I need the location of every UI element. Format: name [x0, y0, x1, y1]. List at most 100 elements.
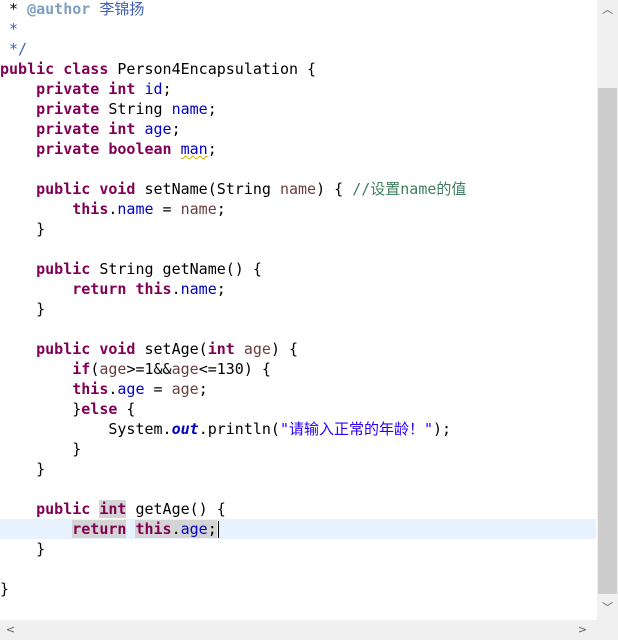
- code-token: ;: [207, 520, 217, 538]
- code-token: System.: [0, 420, 172, 438]
- code-token: >=1&&: [126, 360, 172, 378]
- code-token: int: [108, 120, 136, 138]
- code-token: age: [144, 120, 172, 138]
- code-token: name: [117, 200, 154, 218]
- scroll-up-arrow-icon[interactable]: ︿: [597, 0, 618, 20]
- code-line[interactable]: public class Person4Encapsulation {: [0, 59, 596, 79]
- code-line[interactable]: private String name;: [0, 99, 596, 119]
- code-line[interactable]: System.out.println("请输入正常的年龄！");: [0, 419, 596, 439]
- code-editor[interactable]: * @author 李锦扬 * */public class Person4En…: [0, 0, 596, 620]
- code-line[interactable]: [0, 559, 596, 579]
- code-token: age: [180, 520, 208, 538]
- code-token: id: [144, 80, 163, 98]
- code-token: public: [0, 60, 55, 78]
- code-line[interactable]: this.age = age;: [0, 379, 596, 399]
- code-line[interactable]: return this.name;: [0, 279, 596, 299]
- code-line[interactable]: private boolean man;: [0, 139, 596, 159]
- code-line[interactable]: }: [0, 439, 596, 459]
- code-token: =: [153, 200, 181, 218]
- code-token: String: [99, 100, 172, 118]
- code-line[interactable]: [0, 239, 596, 259]
- vertical-scroll-thumb[interactable]: [598, 88, 617, 594]
- code-line[interactable]: */: [0, 39, 596, 59]
- horizontal-scrollbar[interactable]: < >: [0, 620, 597, 640]
- code-token: ;: [216, 280, 226, 298]
- code-line[interactable]: public int getAge() {: [0, 499, 596, 519]
- code-token: this: [72, 200, 109, 218]
- code-line[interactable]: }: [0, 539, 596, 559]
- code-token: }: [0, 300, 46, 318]
- code-token: this: [135, 280, 172, 298]
- code-token: void: [99, 180, 136, 198]
- code-line[interactable]: [0, 479, 596, 499]
- code-token: int: [99, 500, 127, 518]
- code-token: String getName() {: [90, 260, 262, 278]
- code-line[interactable]: private int id;: [0, 79, 596, 99]
- code-token: ;: [171, 120, 181, 138]
- code-line[interactable]: public String getName() {: [0, 259, 596, 279]
- code-token: void: [99, 340, 136, 358]
- code-token: int: [108, 80, 136, 98]
- code-token: }: [0, 540, 46, 558]
- code-token: {: [117, 400, 136, 418]
- code-line[interactable]: }: [0, 219, 596, 239]
- scroll-right-arrow-icon[interactable]: >: [572, 620, 593, 640]
- code-line[interactable]: * @author 李锦扬: [0, 0, 596, 19]
- code-line[interactable]: return this.age;: [0, 519, 596, 539]
- code-token: return: [72, 280, 127, 298]
- code-token: private: [36, 140, 100, 158]
- scroll-left-arrow-icon[interactable]: <: [0, 620, 21, 640]
- code-token: age: [171, 380, 199, 398]
- code-line[interactable]: }: [0, 299, 596, 319]
- code-token: ;: [207, 140, 217, 158]
- code-line[interactable]: [0, 319, 596, 339]
- code-token: }: [0, 400, 82, 418]
- code-line[interactable]: [0, 159, 596, 179]
- code-token: man: [180, 140, 208, 158]
- code-line[interactable]: }: [0, 579, 596, 599]
- code-token: .: [171, 280, 181, 298]
- code-line[interactable]: }: [0, 459, 596, 479]
- code-line[interactable]: this.name = name;: [0, 199, 596, 219]
- code-token: }: [0, 220, 46, 238]
- code-token: }: [0, 440, 82, 458]
- code-token: getAge() {: [126, 500, 226, 518]
- code-token: .println(: [198, 420, 280, 438]
- code-token: }: [0, 460, 46, 478]
- vertical-scrollbar[interactable]: ︿ ﹀: [597, 0, 618, 620]
- code-token: Person4Encapsulation {: [108, 60, 317, 78]
- code-token: (: [90, 360, 100, 378]
- code-token: *: [0, 20, 19, 38]
- code-token: //设置name的值: [352, 180, 467, 198]
- code-token: private: [36, 100, 100, 118]
- code-token: else: [81, 400, 118, 418]
- code-line[interactable]: private int age;: [0, 119, 596, 139]
- code-token: public: [36, 500, 91, 518]
- code-token: public: [36, 180, 91, 198]
- code-token: @author: [27, 0, 91, 18]
- code-line[interactable]: if(age>=1&&age<=130) {: [0, 359, 596, 379]
- code-token: ) {: [316, 180, 353, 198]
- code-line[interactable]: public void setAge(int age) {: [0, 339, 596, 359]
- code-line[interactable]: }else {: [0, 399, 596, 419]
- code-token: this: [72, 380, 109, 398]
- code-line[interactable]: public void setName(String name) { //设置n…: [0, 179, 596, 199]
- code-token: *: [0, 0, 28, 18]
- code-line[interactable]: *: [0, 19, 596, 39]
- code-token: age: [243, 340, 271, 358]
- code-token: ;: [162, 80, 172, 98]
- code-token: }: [0, 580, 10, 598]
- scroll-down-arrow-icon[interactable]: ﹀: [597, 598, 618, 618]
- code-token: setAge(: [135, 340, 208, 358]
